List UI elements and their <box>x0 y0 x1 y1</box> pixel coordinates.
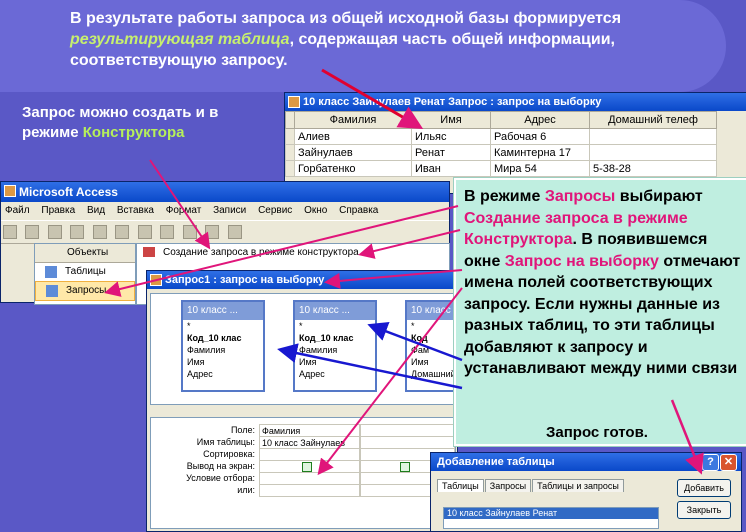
arrow-to-result <box>321 68 424 130</box>
arrow-to-list-item <box>358 229 461 259</box>
arrow-to-create-query <box>149 159 211 250</box>
arrow-to-queries <box>104 205 459 297</box>
annotation-arrows <box>104 68 704 476</box>
arrow-to-add-button <box>670 399 704 475</box>
arrow-to-table-2 <box>367 321 463 362</box>
arrow-to-checkbox <box>317 287 463 476</box>
arrow-to-relation <box>277 343 463 390</box>
arrow-to-designer <box>324 269 463 289</box>
